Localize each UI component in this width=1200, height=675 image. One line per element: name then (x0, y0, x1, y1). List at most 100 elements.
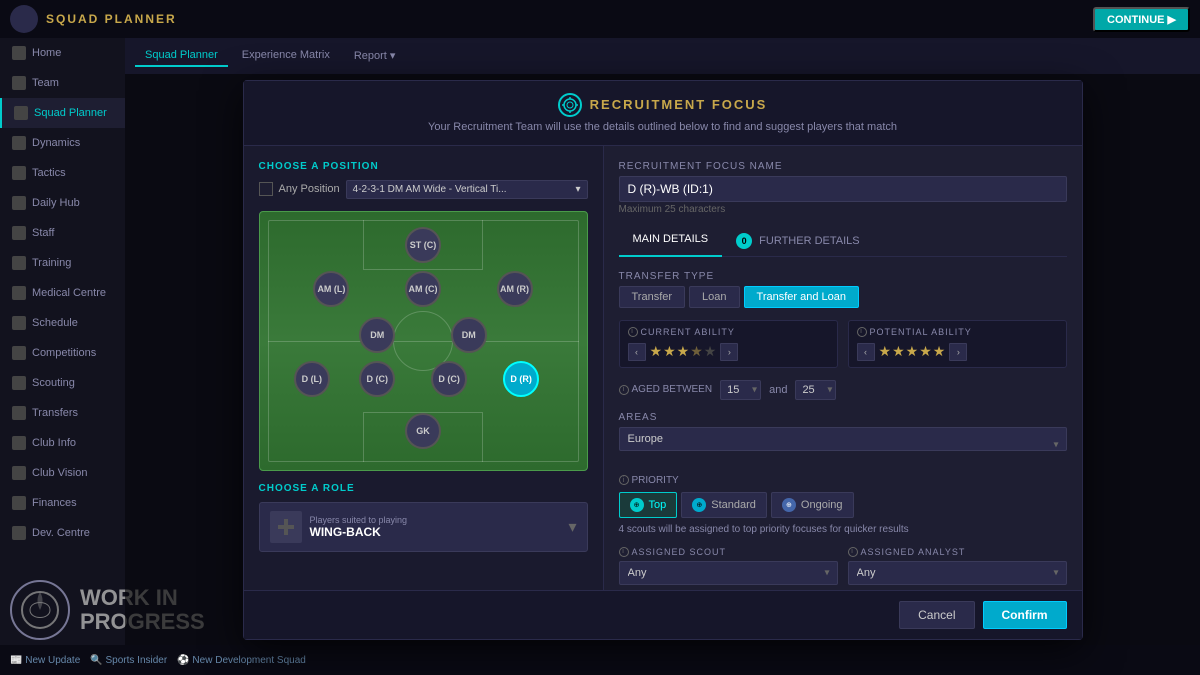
sidebar-item-transfers[interactable]: Transfers (0, 398, 125, 428)
info-icon: i (619, 547, 629, 557)
player-d-r[interactable]: D (R) (503, 361, 539, 397)
continue-button[interactable]: CONTINUE ▶ (1093, 7, 1190, 32)
staff-icon (12, 226, 26, 240)
recruitment-focus-modal: RECRUITMENT FOCUS Your Recruitment Team … (243, 80, 1083, 640)
position-selector: Any Position 4-2-3-1 DM AM Wide - Vertic… (259, 180, 588, 199)
player-st[interactable]: ST (C) (405, 227, 441, 263)
transfers-icon (12, 406, 26, 420)
player-am-c[interactable]: AM (C) (405, 271, 441, 307)
current-ability-prev[interactable]: ‹ (628, 343, 646, 361)
transfer-btn-transfer-loan[interactable]: Transfer and Loan (744, 286, 859, 308)
any-position-checkbox[interactable] (259, 182, 273, 196)
sidebar-item-club-info[interactable]: Club Info (0, 428, 125, 458)
transfer-type-group: TRANSFER TYPE Transfer Loan Transfer and… (619, 271, 1067, 308)
player-dm-r[interactable]: DM (451, 317, 487, 353)
role-subtitle: Players suited to playing (310, 515, 561, 525)
analyst-select[interactable]: Any (848, 561, 1067, 585)
potential-ability-stars-row: ‹ ★ ★ ★ ★ ★ › (857, 343, 1058, 361)
bottom-item-2[interactable]: 🔍 Sports Insider (90, 655, 167, 666)
subnav-report[interactable]: Report ▾ (344, 45, 406, 68)
sidebar-item-daily-hub[interactable]: Daily Hub (0, 188, 125, 218)
tab-main-details-label: MAIN DETAILS (633, 233, 709, 245)
priority-row: ⊕ Top ⊕ Standard ⊕ Ongoing (619, 492, 1067, 518)
info-icon: i (857, 327, 867, 337)
sidebar-item-club-vision[interactable]: Club Vision (0, 458, 125, 488)
cancel-button[interactable]: Cancel (899, 601, 974, 629)
priority-btn-standard[interactable]: ⊕ Standard (681, 492, 767, 518)
sidebar-label: Finances (32, 497, 77, 509)
formation-dropdown[interactable]: 4-2-3-1 DM AM Wide - Vertical Ti... ▾ (346, 180, 588, 199)
player-gk[interactable]: GK (405, 413, 441, 449)
app-title: SQUAD PLANNER (46, 12, 177, 26)
transfer-btn-loan[interactable]: Loan (689, 286, 739, 308)
sidebar-item-dev-centre[interactable]: Dev. Centre (0, 518, 125, 548)
sidebar-label: Tactics (32, 167, 66, 179)
confirm-button[interactable]: Confirm (983, 601, 1067, 629)
player-d-l[interactable]: D (L) (294, 361, 330, 397)
sidebar-item-squad-planner[interactable]: Squad Planner (0, 98, 125, 128)
scout-select[interactable]: Any (619, 561, 838, 585)
player-am-r[interactable]: AM (R) (497, 271, 533, 307)
sidebar-label: Team (32, 77, 59, 89)
potential-ability-group: i POTENTIAL ABILITY ‹ ★ ★ ★ ★ ★ (848, 320, 1067, 368)
sidebar-item-competitions[interactable]: Competitions (0, 338, 125, 368)
recruitment-focus-icon (558, 93, 582, 117)
age-min-select[interactable]: 15 16 17 18 (720, 380, 761, 400)
subnav-squad-planner[interactable]: Squad Planner (135, 45, 228, 67)
and-label: and (769, 384, 787, 396)
tab-bar: MAIN DETAILS 0 FURTHER DETAILS (619, 227, 1067, 257)
player-d-cr[interactable]: D (C) (431, 361, 467, 397)
star-1: ★ (879, 343, 892, 360)
sidebar-label: Transfers (32, 407, 78, 419)
priority-btn-top[interactable]: ⊕ Top (619, 492, 678, 518)
top-bar-right: CONTINUE ▶ (1093, 7, 1190, 32)
player-d-cl[interactable]: D (C) (359, 361, 395, 397)
potential-ability-prev[interactable]: ‹ (857, 343, 875, 361)
age-row: i AGED BETWEEN 15 16 17 18 and (619, 380, 1067, 400)
role-selector[interactable]: Players suited to playing WING-BACK ▾ (259, 502, 588, 552)
transfer-btn-transfer[interactable]: Transfer (619, 286, 686, 308)
age-max-select[interactable]: 25 26 27 28 30 (795, 380, 836, 400)
areas-select[interactable]: Europe Worldwide South America (619, 427, 1067, 451)
focus-name-input[interactable] (619, 176, 1067, 202)
sidebar-label: Staff (32, 227, 54, 239)
sidebar-item-scouting[interactable]: Scouting (0, 368, 125, 398)
sidebar-item-dynamics[interactable]: Dynamics (0, 128, 125, 158)
bottom-item-3[interactable]: ⚽ New Development Squad (177, 655, 306, 666)
sidebar-item-home[interactable]: Home (0, 38, 125, 68)
sidebar-label: Squad Planner (34, 107, 107, 119)
assigned-analyst-label: i ASSIGNED ANALYST (848, 547, 1067, 557)
current-ability-label: i CURRENT ABILITY (628, 327, 829, 337)
sidebar-item-medical[interactable]: Medical Centre (0, 278, 125, 308)
clubinfo-icon (12, 436, 26, 450)
sidebar-label: Training (32, 257, 71, 269)
sidebar-item-team[interactable]: Team (0, 68, 125, 98)
sidebar-item-staff[interactable]: Staff (0, 218, 125, 248)
team-logo (10, 5, 38, 33)
ability-row: i CURRENT ABILITY ‹ ★ ★ ★ ★ ★ (619, 320, 1067, 368)
player-am-l[interactable]: AM (L) (313, 271, 349, 307)
priority-btn-ongoing[interactable]: ⊕ Ongoing (771, 492, 854, 518)
areas-label: AREAS (619, 412, 1067, 423)
sidebar-item-schedule[interactable]: Schedule (0, 308, 125, 338)
tab-further-details-label: FURTHER DETAILS (759, 235, 859, 247)
top-priority-dot: ⊕ (630, 498, 644, 512)
current-ability-next[interactable]: › (720, 343, 738, 361)
modal-header: RECRUITMENT FOCUS Your Recruitment Team … (244, 81, 1082, 146)
tab-further-details[interactable]: 0 FURTHER DETAILS (722, 227, 874, 257)
subnav-experience-matrix[interactable]: Experience Matrix (232, 45, 340, 67)
current-ability-group: i CURRENT ABILITY ‹ ★ ★ ★ ★ ★ (619, 320, 838, 368)
sidebar-label: Schedule (32, 317, 78, 329)
sidebar-item-training[interactable]: Training (0, 248, 125, 278)
potential-ability-next[interactable]: › (949, 343, 967, 361)
player-dm-l[interactable]: DM (359, 317, 395, 353)
sidebar-item-tactics[interactable]: Tactics (0, 158, 125, 188)
sidebar-item-finances[interactable]: Finances (0, 488, 125, 518)
tab-main-details[interactable]: MAIN DETAILS (619, 227, 723, 257)
areas-dropdown-wrapper: Europe Worldwide South America (619, 427, 1067, 463)
modal-subtitle: Your Recruitment Team will use the detai… (428, 121, 897, 133)
assigned-scout-group: i ASSIGNED SCOUT Any (619, 547, 838, 585)
dynamics-icon (12, 136, 26, 150)
char-limit: Maximum 25 characters (619, 204, 1067, 215)
bottom-item-1[interactable]: 📰 New Update (10, 655, 80, 666)
